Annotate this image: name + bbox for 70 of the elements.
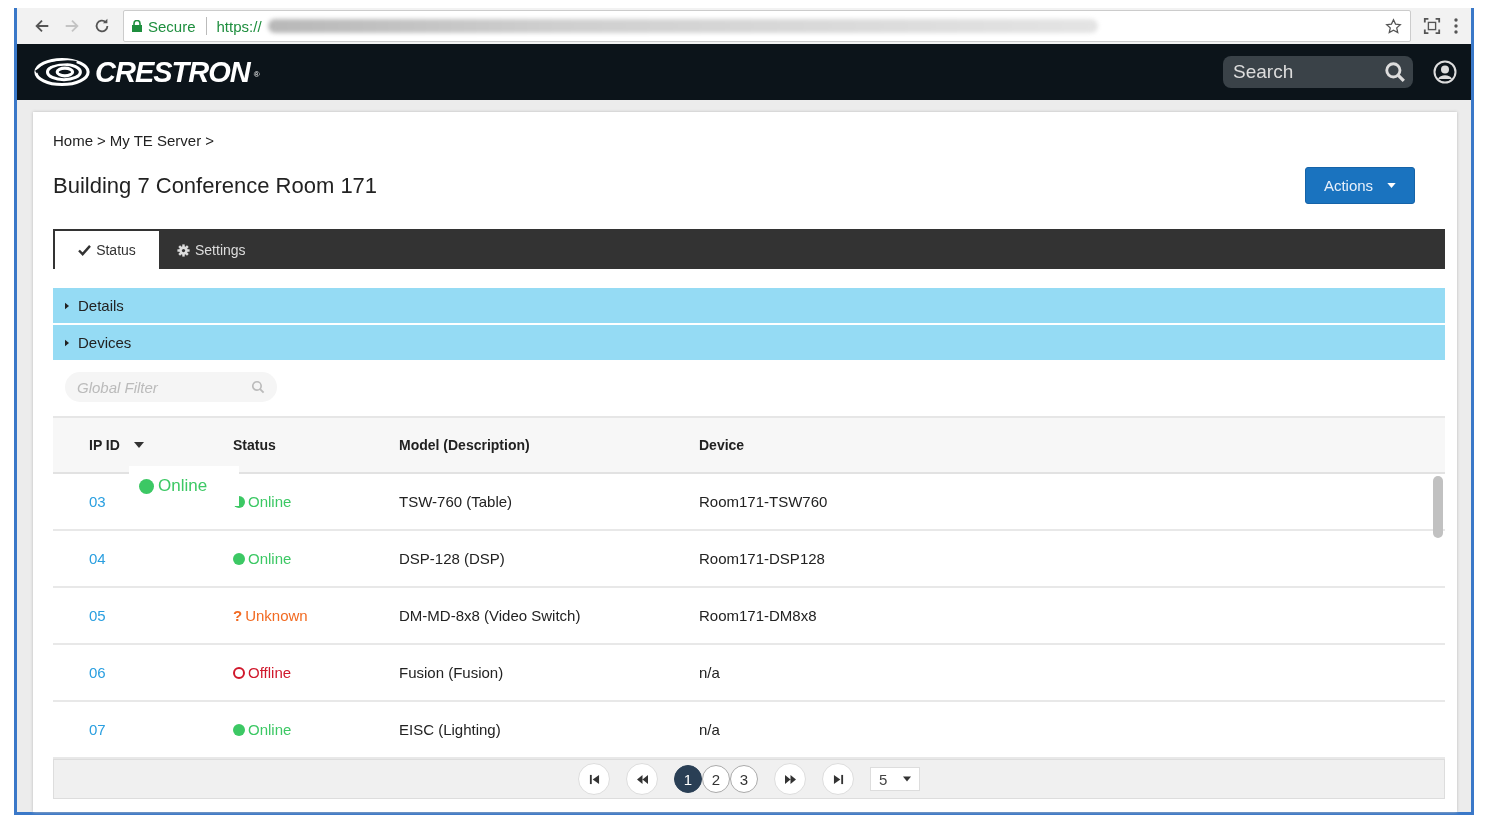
next-page-button[interactable] [774,763,806,795]
rewind-icon [635,773,649,785]
breadcrumb-link[interactable]: My TE Server [109,132,202,149]
status-ring-icon [233,666,245,679]
status-label: ? Unknown [233,607,308,624]
table-cell: n/a [699,721,720,738]
fast-forward-icon [783,773,797,785]
table-cell: Room171-DSP128 [699,550,825,567]
page-button[interactable]: 2 [702,765,730,793]
page-button[interactable]: 3 [730,765,758,793]
skip-forward-icon [832,773,844,785]
status-label: Online [233,721,292,738]
search-field[interactable]: Search [1223,56,1413,88]
page-title: Building 7 Conference Room 171 [53,172,378,199]
table-cell: Room171-DM8x8 [699,607,817,624]
check-icon [78,244,92,256]
tab[interactable]: Settings [159,231,264,269]
table-cell: DM-MD-8x8 (Video Switch) [399,607,581,624]
last-page-button[interactable] [822,763,854,795]
fullscreen-icon[interactable] [1423,17,1441,35]
accordion-header[interactable]: Devices [53,325,1445,360]
caret-icon [65,338,69,347]
table-cell: TSW-760 (Table) [399,493,513,510]
security-label: Secure [148,17,196,35]
tab[interactable]: Status [55,231,159,269]
accordion-header[interactable]: Details [53,288,1445,323]
column-header[interactable]: Device [699,437,745,453]
table-cell: Room171-TSW760 [699,493,828,510]
skip-back-icon [588,773,600,785]
status-label: Offline [233,664,292,681]
table-cell: DSP-128 (DSP) [399,550,505,567]
swirl-logo-icon [33,56,91,88]
back-icon[interactable] [33,17,51,35]
breadcrumb-link[interactable]: Home [53,132,93,149]
star-icon[interactable] [1385,17,1402,35]
reload-icon[interactable] [93,17,111,35]
status-label: Online [233,550,292,567]
sort-caret-icon[interactable] [133,442,144,448]
search-icon[interactable] [1384,61,1406,83]
page-button[interactable]: 1 [674,765,702,793]
caret-icon [903,776,912,782]
column-header[interactable]: Model (Description) [399,437,530,453]
filter-field[interactable]: Global Filter [65,372,277,402]
table-cell: EISC (Lighting) [399,721,501,738]
caret-icon [1387,183,1397,188]
menu-icon[interactable] [1453,17,1459,35]
lock-icon [132,20,142,32]
first-page-button[interactable] [578,763,610,795]
drag-ghost: Online [129,466,239,506]
column-header[interactable]: Status [233,437,276,453]
logo-text: CRESTRON [95,55,250,89]
address-bar[interactable]: Secure https:// [123,10,1411,42]
status-dot-icon [139,478,154,494]
column-header[interactable]: IP ID [89,437,120,453]
search-icon [251,380,265,394]
previous-page-button[interactable] [626,763,658,795]
registered-mark: ® [253,69,260,79]
caret-icon [65,301,69,310]
url-text: https:// [216,17,262,35]
table-cell: n/a [699,664,720,681]
breadcrumb-separator: > [97,132,106,149]
scrollbar-thumb[interactable] [1433,476,1443,538]
status-dot-icon [233,723,245,736]
gear-icon [177,243,190,257]
breadcrumb-separator: > [205,132,214,149]
user-avatar-icon[interactable] [1433,60,1457,84]
table-cell: Fusion (Fusion) [399,664,504,681]
status-dot-icon [233,552,245,565]
actions-button[interactable]: Actions [1305,167,1415,204]
page-size-select[interactable]: 5 [870,767,920,791]
